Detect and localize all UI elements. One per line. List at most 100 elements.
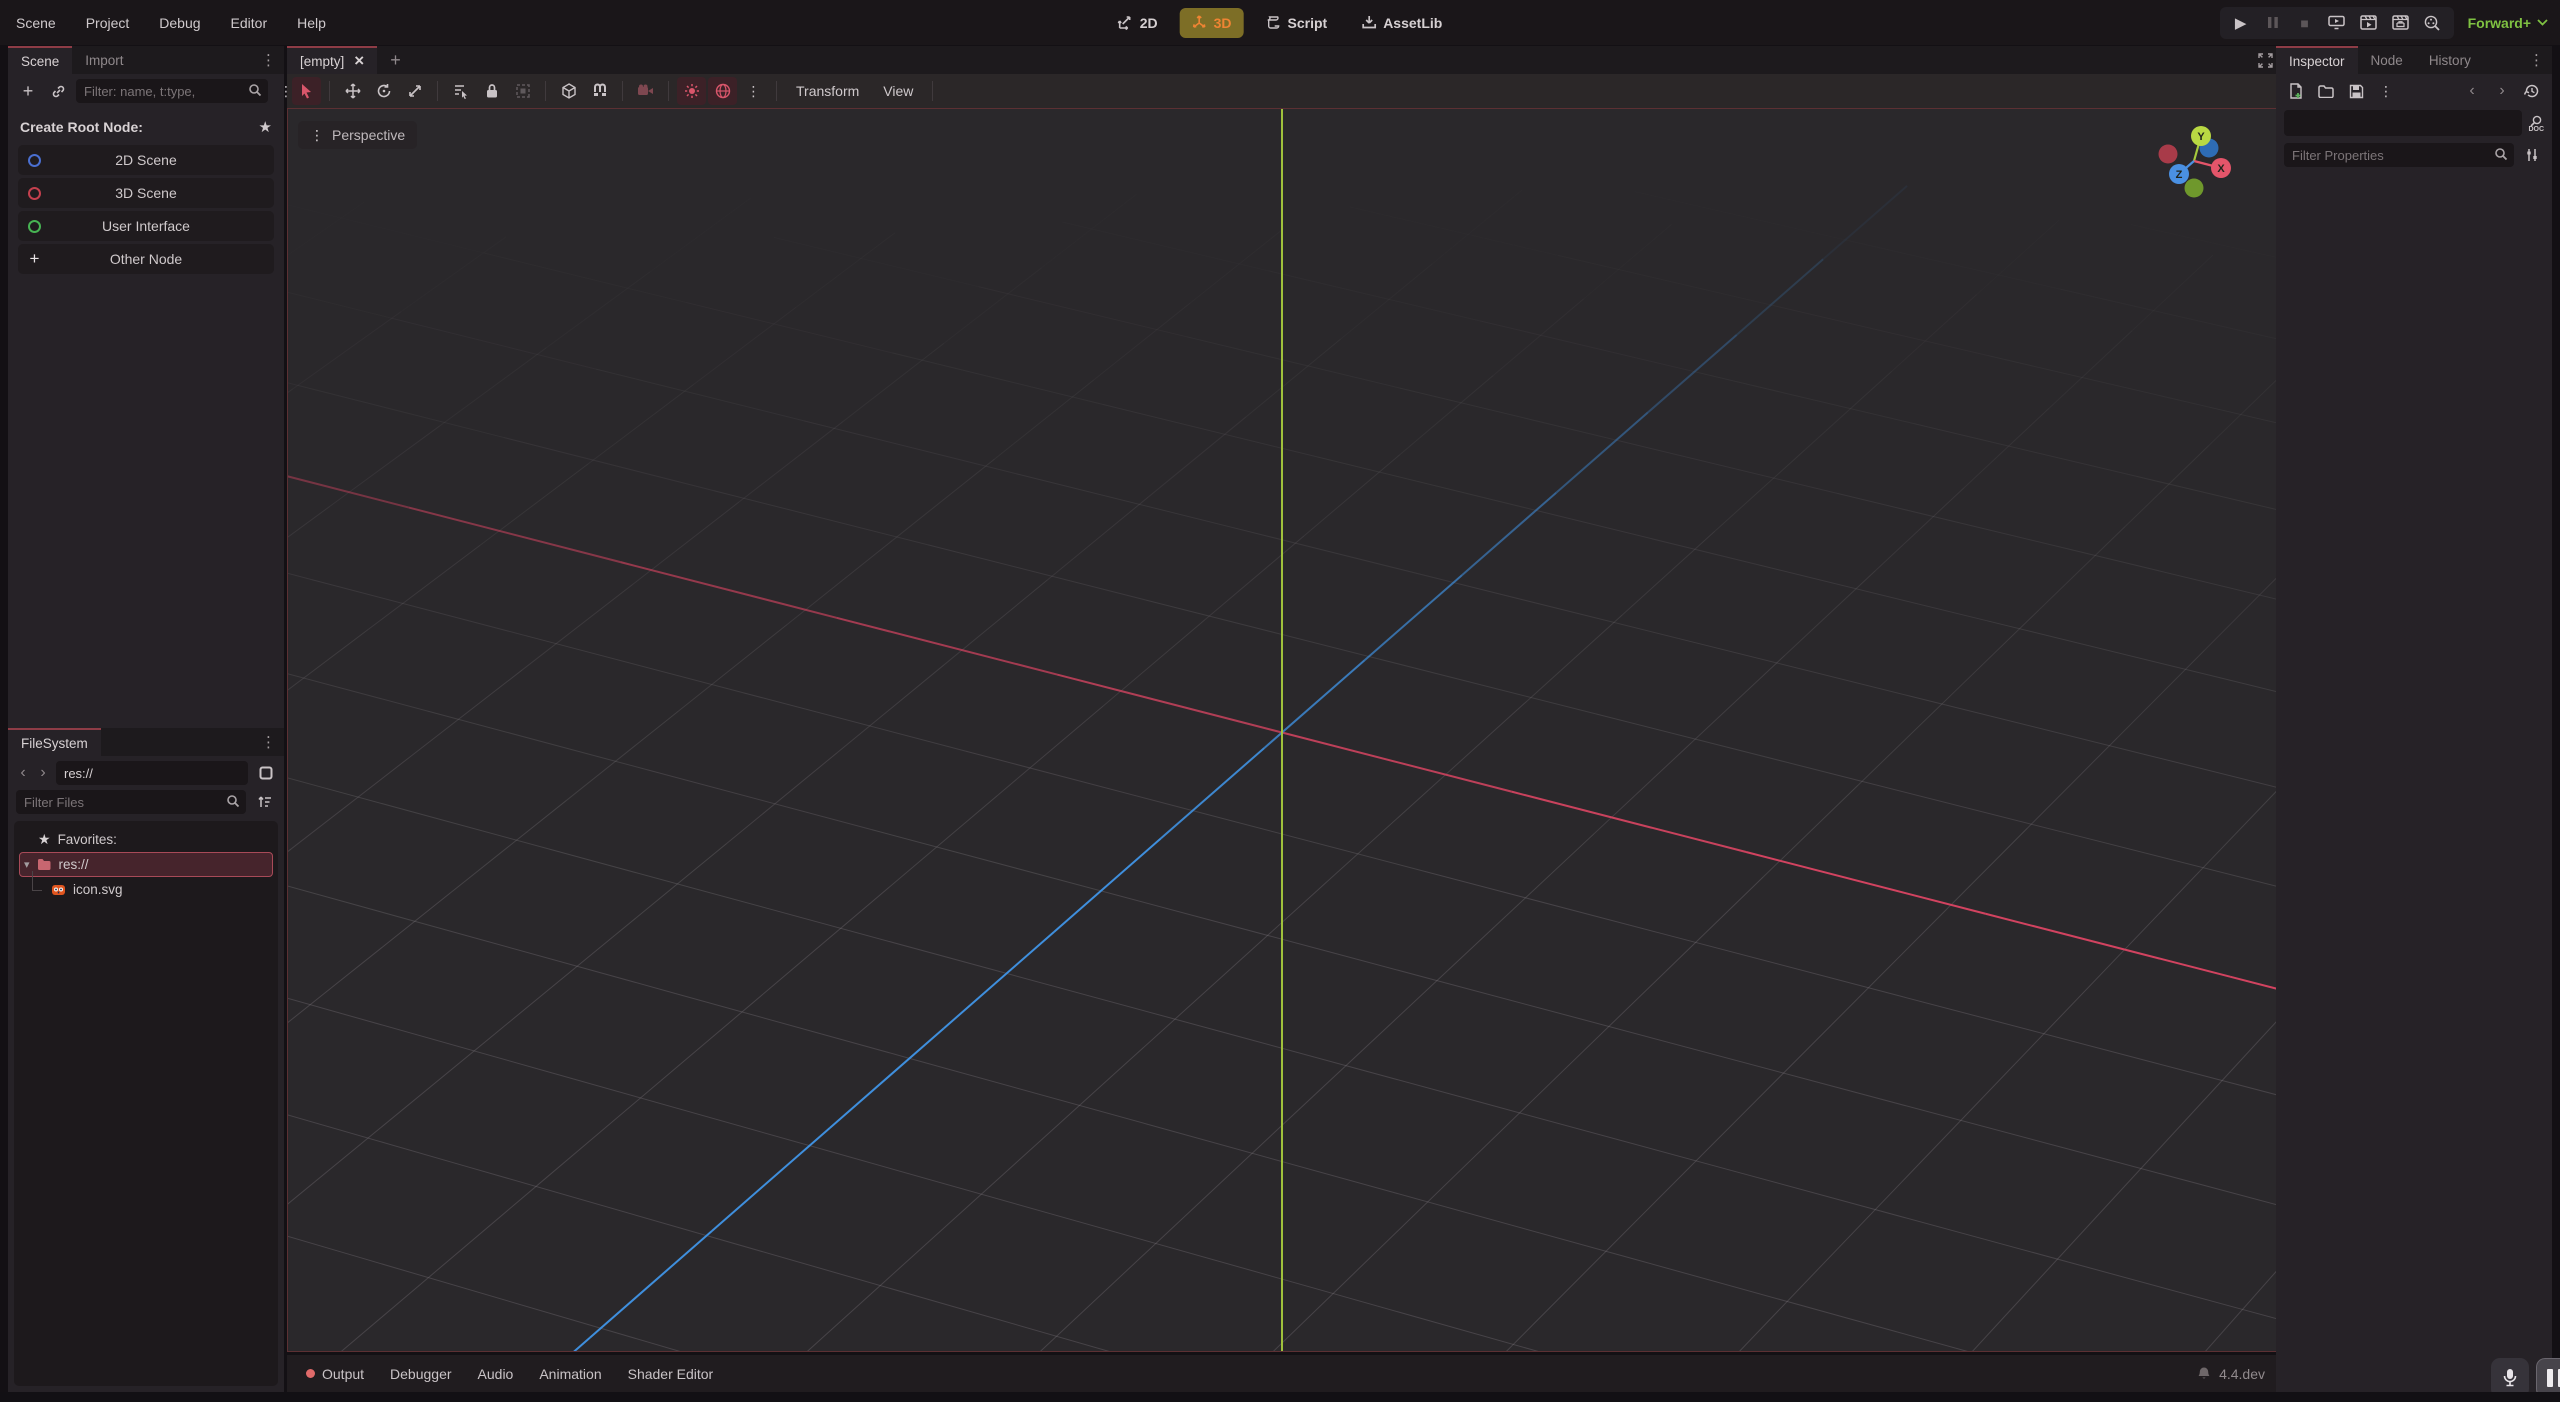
preview-camera-button[interactable] xyxy=(631,77,660,105)
open-docs-button[interactable]: DOC xyxy=(2528,115,2544,132)
scene-tabs-bar: [empty] × + xyxy=(287,46,2281,74)
sun-environment-menu-icon[interactable]: ⋮ xyxy=(739,77,768,105)
preview-environment-button[interactable] xyxy=(708,77,737,105)
group-selected-button[interactable] xyxy=(508,77,537,105)
tab-inspector[interactable]: Inspector xyxy=(2276,46,2358,74)
menu-scene[interactable]: Scene xyxy=(16,15,56,31)
preview-sunlight-button[interactable] xyxy=(677,77,706,105)
nav-back-icon[interactable]: ‹ xyxy=(16,761,30,785)
scene-dock-menu-icon[interactable]: ⋮ xyxy=(253,46,284,74)
editor-switcher: 2D 3D Script AssetLib xyxy=(1106,0,1455,45)
inspector-toolbar: ⋮ ‹ › xyxy=(2276,74,2552,108)
gizmo-neg-x[interactable] xyxy=(2159,145,2178,164)
history-forward-icon[interactable]: › xyxy=(2490,79,2514,103)
menu-editor[interactable]: Editor xyxy=(231,15,268,31)
save-resource-icon[interactable] xyxy=(2344,79,2368,103)
play-custom-scene-button[interactable] xyxy=(2388,11,2414,35)
editor-2d-label: 2D xyxy=(1140,15,1158,31)
editor-script-button[interactable]: Script xyxy=(1254,8,1340,38)
scene-filter-input[interactable] xyxy=(76,79,268,103)
sort-files-icon[interactable] xyxy=(252,790,276,814)
menu-project[interactable]: Project xyxy=(86,15,130,31)
inspector-menu-icon[interactable]: ⋮ xyxy=(2521,46,2552,74)
lock-selected-button[interactable] xyxy=(477,77,506,105)
scale-mode-button[interactable] xyxy=(400,77,429,105)
close-tab-icon[interactable]: × xyxy=(354,51,364,71)
snap-mode-button[interactable] xyxy=(585,77,614,105)
select-mode-button[interactable] xyxy=(292,77,321,105)
version-label[interactable]: 4.4.dev xyxy=(2219,1366,2265,1382)
play-button[interactable]: ▶ xyxy=(2228,11,2254,35)
filter-properties-input[interactable] xyxy=(2284,143,2514,167)
shader-editor-panel-button[interactable]: Shader Editor xyxy=(617,1361,725,1387)
editor-3d-button[interactable]: 3D xyxy=(1180,8,1244,38)
view-menu-perspective[interactable]: ⋮ Perspective xyxy=(298,121,417,149)
object-name-bar xyxy=(2284,110,2522,136)
play-remote-debug-button[interactable] xyxy=(2324,11,2350,35)
toolbar-separator xyxy=(329,81,330,101)
transform-menu[interactable]: Transform xyxy=(785,77,870,105)
load-resource-icon[interactable] xyxy=(2314,79,2338,103)
chevron-expanded-icon[interactable]: ▾ xyxy=(24,858,30,871)
animation-panel-button[interactable]: Animation xyxy=(528,1361,612,1387)
edit-history-icon[interactable] xyxy=(2520,79,2544,103)
renderer-selector[interactable]: Forward+ xyxy=(2468,15,2548,31)
menu-help[interactable]: Help xyxy=(297,15,326,31)
filesystem-menu-icon[interactable]: ⋮ xyxy=(253,728,284,756)
toolbar-separator xyxy=(622,81,623,101)
editor-assetlib-label: AssetLib xyxy=(1383,15,1442,31)
menu-debug[interactable]: Debug xyxy=(159,15,200,31)
stop-button[interactable]: ■ xyxy=(2292,11,2318,35)
editor-3d-label: 3D xyxy=(1214,15,1232,31)
toolbar-separator xyxy=(545,81,546,101)
add-node-button[interactable]: + xyxy=(16,79,40,103)
instance-scene-button[interactable] xyxy=(46,79,70,103)
scene-tab-empty[interactable]: [empty] × xyxy=(287,46,377,74)
assetlib-download-icon xyxy=(1361,15,1376,30)
play-scene-button[interactable] xyxy=(2356,11,2382,35)
favorites-label: Favorites: xyxy=(58,832,117,847)
res-root-row[interactable]: ▾ res:// xyxy=(19,852,273,877)
rotate-mode-button[interactable] xyxy=(369,77,398,105)
tab-import[interactable]: Import xyxy=(72,46,136,74)
favorites-row[interactable]: ★ Favorites: xyxy=(14,827,278,852)
gizmo-neg-y[interactable] xyxy=(2185,179,2204,198)
view-menu[interactable]: View xyxy=(872,77,924,105)
property-tools-icon[interactable] xyxy=(2520,143,2544,167)
tab-node[interactable]: Node xyxy=(2358,46,2416,74)
viewport-3d[interactable]: ⋮ Perspective Y X Z xyxy=(287,108,2281,1352)
debugger-panel-button[interactable]: Debugger xyxy=(379,1361,463,1387)
resource-extra-menu-icon[interactable]: ⋮ xyxy=(2374,79,2398,103)
nav-forward-icon[interactable]: › xyxy=(36,761,50,785)
create-3d-scene-button[interactable]: 3D Scene xyxy=(18,178,274,208)
view-axes-gizmo[interactable]: Y X Z xyxy=(2154,117,2240,203)
path-input[interactable] xyxy=(56,761,248,785)
selectable-list-button[interactable] xyxy=(446,77,475,105)
editor-assetlib-button[interactable]: AssetLib xyxy=(1349,8,1454,38)
split-mode-icon[interactable] xyxy=(254,761,278,785)
notification-bell-icon[interactable] xyxy=(2197,1366,2211,1381)
pause-button[interactable] xyxy=(2260,11,2286,35)
create-2d-scene-button[interactable]: 2D Scene xyxy=(18,145,274,175)
output-panel-button[interactable]: Output xyxy=(295,1361,375,1387)
tab-filesystem[interactable]: FileSystem xyxy=(8,728,101,756)
file-row-icon-svg[interactable]: icon.svg xyxy=(14,877,278,902)
history-back-icon[interactable]: ‹ xyxy=(2460,79,2484,103)
bottom-panel-bar: Output Debugger Audio Animation Shader E… xyxy=(287,1355,2281,1392)
local-space-button[interactable] xyxy=(554,77,583,105)
new-resource-icon[interactable] xyxy=(2284,79,2308,103)
tab-history[interactable]: History xyxy=(2416,46,2484,74)
inspector-filter-row xyxy=(2276,138,2552,172)
3d-editor-icon xyxy=(1192,15,1207,30)
audio-panel-button[interactable]: Audio xyxy=(467,1361,525,1387)
version-area: 4.4.dev xyxy=(2197,1366,2273,1382)
movie-maker-button[interactable] xyxy=(2420,11,2446,35)
tab-scene[interactable]: Scene xyxy=(8,46,72,74)
create-other-node-button[interactable]: + Other Node xyxy=(18,244,274,274)
add-scene-tab-button[interactable]: + xyxy=(377,46,414,74)
favorites-star-icon[interactable]: ★ xyxy=(259,118,272,136)
create-ui-button[interactable]: User Interface xyxy=(18,211,274,241)
editor-2d-button[interactable]: 2D xyxy=(1106,8,1170,38)
move-mode-button[interactable] xyxy=(338,77,367,105)
filter-files-input[interactable] xyxy=(16,790,246,814)
